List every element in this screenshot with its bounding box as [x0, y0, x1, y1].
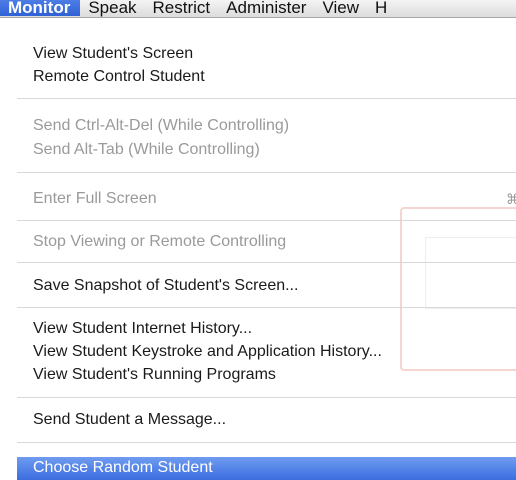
menu-separator: [17, 220, 516, 221]
menu-item-choose-random-label: Choose Random Student: [33, 459, 213, 476]
background-panel-ghost: [425, 237, 516, 309]
menu-view[interactable]: View: [314, 0, 367, 16]
menu-item-enter-full-screen: Enter Full Screen: [33, 190, 157, 207]
menu-item-save-snapshot[interactable]: Save Snapshot of Student's Screen...: [33, 276, 298, 296]
menu-item-send-ctrl-alt-del: Send Ctrl-Alt-Del (While Controlling): [33, 117, 290, 134]
menu-item-keystroke-history[interactable]: View Student Keystroke and Application H…: [33, 342, 382, 362]
menu-separator: [17, 442, 516, 443]
menu-bar: Monitor Speak Restrict Administer View H: [0, 0, 516, 18]
menu-item-choose-random-student[interactable]: Choose Random Student: [17, 457, 516, 480]
menu-item-remote-control[interactable]: Remote Control Student: [33, 67, 205, 87]
background-window-ghost: [400, 207, 516, 371]
menu-monitor[interactable]: Monitor: [0, 0, 81, 16]
menu-item-send-message[interactable]: Send Student a Message...: [33, 410, 226, 430]
monitor-dropdown-menu: View Student's Screen Remote Control Stu…: [0, 17, 516, 480]
menu-separator: [17, 172, 516, 173]
menu-item-send-alt-tab: Send Alt-Tab (While Controlling): [33, 141, 260, 158]
menu-separator: [17, 262, 516, 263]
menu-administer[interactable]: Administer: [218, 0, 314, 16]
menu-item-running-programs[interactable]: View Student's Running Programs: [33, 365, 276, 385]
menu-separator: [17, 307, 516, 308]
menu-restrict[interactable]: Restrict: [145, 0, 219, 16]
menu-item-stop-viewing: Stop Viewing or Remote Controlling: [33, 233, 287, 250]
menu-separator: [17, 397, 516, 398]
menu-item-view-screen[interactable]: View Student's Screen: [33, 44, 193, 64]
menu-item-internet-history[interactable]: View Student Internet History...: [33, 319, 252, 339]
menu-help-truncated[interactable]: H: [367, 0, 395, 16]
command-key-icon: ⌘: [506, 191, 516, 207]
menu-speak[interactable]: Speak: [80, 0, 144, 16]
menu-separator: [17, 98, 516, 99]
